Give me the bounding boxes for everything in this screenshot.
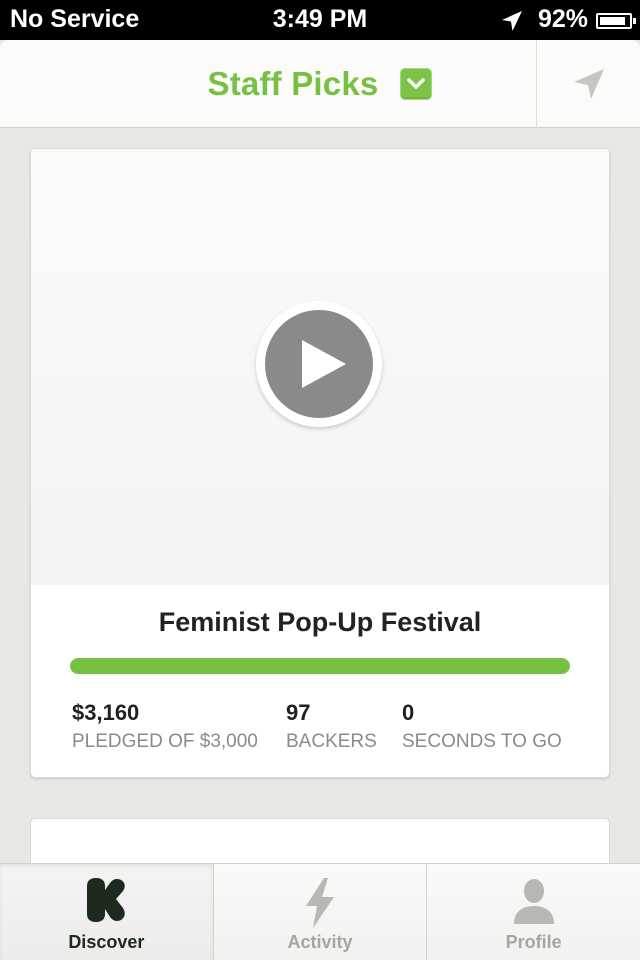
backers-stat: 97 BACKERS bbox=[286, 701, 377, 753]
funding-progress-fill bbox=[70, 658, 570, 674]
page-title[interactable]: Staff Picks bbox=[208, 65, 379, 103]
backers-value: 97 bbox=[286, 700, 311, 725]
status-bar: No Service 3:49 PM 92% bbox=[0, 0, 640, 40]
location-arrow-icon bbox=[573, 69, 604, 99]
location-button[interactable] bbox=[536, 40, 640, 128]
play-button[interactable] bbox=[256, 301, 382, 427]
chevron-down-icon bbox=[407, 78, 426, 89]
project-title[interactable]: Feminist Pop-Up Festival bbox=[31, 607, 609, 638]
lightning-icon bbox=[214, 878, 427, 928]
backers-label: BACKERS bbox=[286, 731, 377, 752]
pledged-stat: $3,160 PLEDGED OF $3,000 bbox=[72, 701, 258, 753]
funding-progress-bar bbox=[70, 658, 570, 674]
pledged-label: PLEDGED OF $3,000 bbox=[72, 731, 258, 752]
category-selector[interactable]: Staff Picks bbox=[0, 40, 536, 128]
time-left-label: SECONDS TO GO bbox=[402, 731, 562, 752]
tab-discover-label: Discover bbox=[68, 932, 145, 952]
kickstarter-k-icon bbox=[0, 878, 213, 926]
tab-activity[interactable]: Activity bbox=[214, 864, 428, 960]
video-thumbnail[interactable] bbox=[31, 149, 609, 585]
project-card[interactable]: Feminist Pop-Up Festival $3,160 PLEDGED … bbox=[30, 148, 610, 778]
person-icon bbox=[427, 878, 640, 926]
tab-profile[interactable]: Profile bbox=[427, 864, 640, 960]
navigation-bar: Staff Picks bbox=[0, 40, 640, 128]
time-left-stat: 0 SECONDS TO GO bbox=[402, 701, 562, 753]
time-left-value: 0 bbox=[402, 700, 415, 725]
battery-percentage: 92% bbox=[537, 5, 588, 33]
battery-fill bbox=[600, 16, 626, 25]
dropdown-button[interactable] bbox=[400, 68, 433, 100]
battery-icon bbox=[596, 12, 636, 29]
tab-profile-label: Profile bbox=[505, 932, 562, 952]
status-indicators: 92% bbox=[500, 5, 636, 34]
location-services-icon bbox=[501, 10, 522, 31]
tab-discover[interactable]: Discover bbox=[0, 864, 214, 960]
tab-activity-label: Activity bbox=[287, 932, 353, 952]
play-icon bbox=[302, 340, 346, 388]
tab-bar: Discover Activity Profile bbox=[0, 863, 640, 960]
pledged-value: $3,160 bbox=[72, 700, 140, 725]
